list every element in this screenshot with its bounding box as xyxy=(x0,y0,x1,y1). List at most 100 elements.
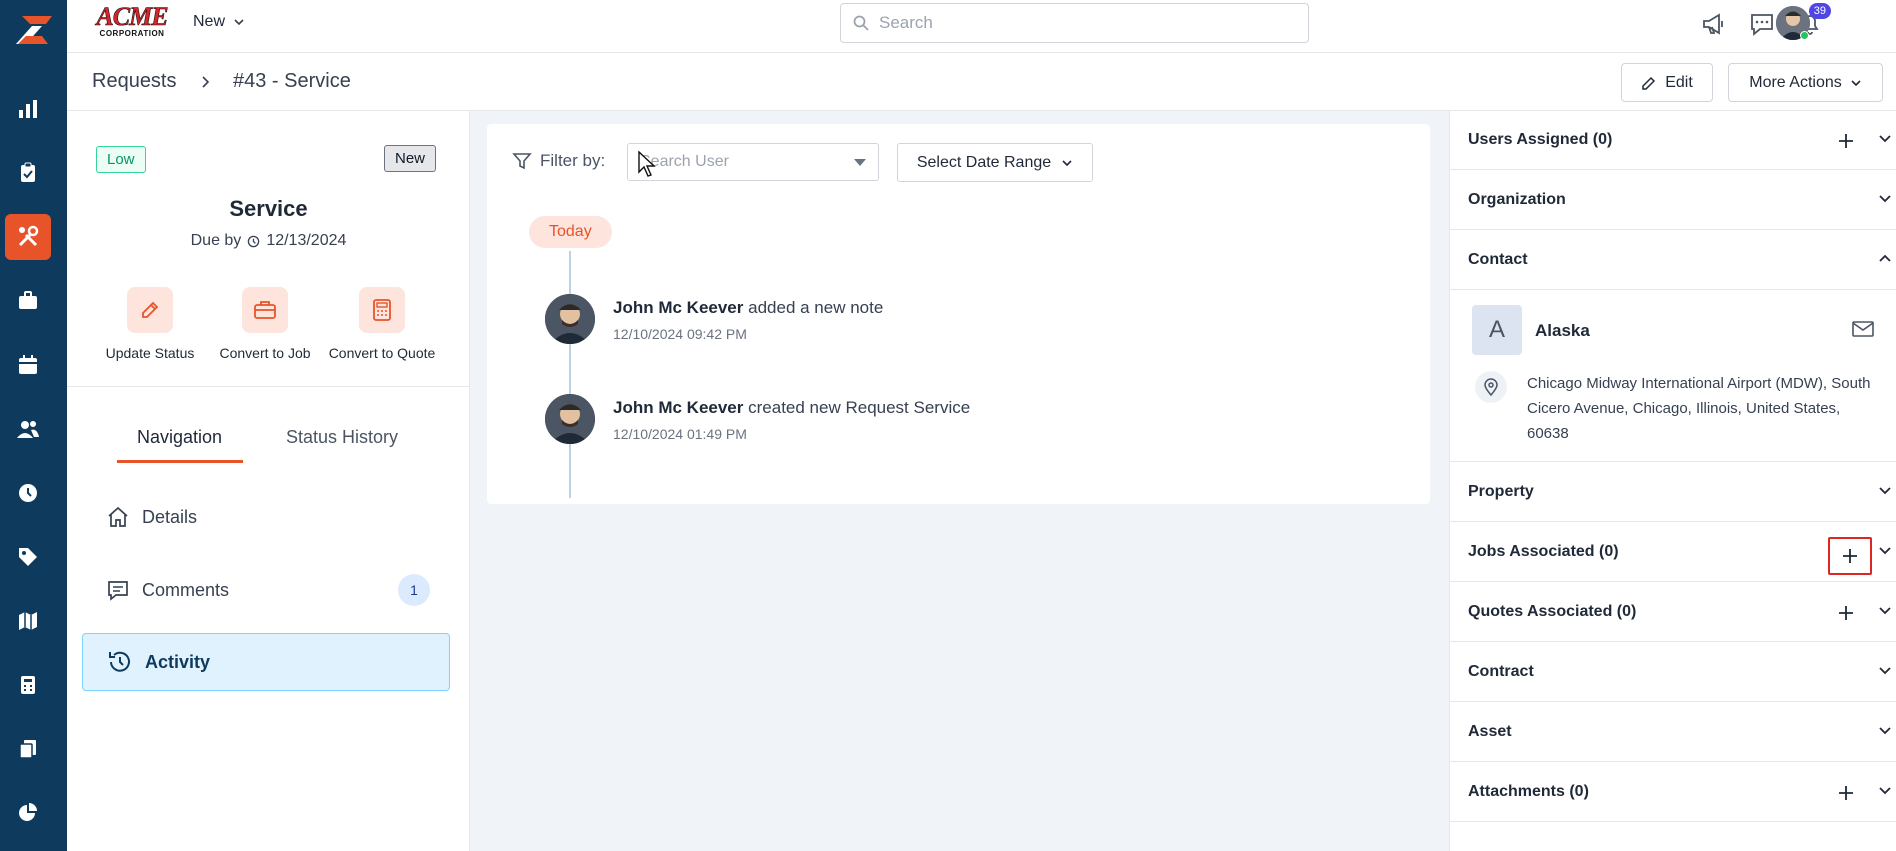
contact-section[interactable]: Contact xyxy=(1450,231,1896,290)
add-user-button[interactable] xyxy=(1831,126,1861,156)
chevron-down-icon xyxy=(234,19,244,26)
logo-subtext: CORPORATION xyxy=(99,29,165,38)
briefcase-icon xyxy=(242,287,288,333)
contact-name[interactable]: Alaska xyxy=(1535,321,1590,341)
new-dropdown[interactable]: New xyxy=(193,13,245,31)
edit-button[interactable]: Edit xyxy=(1621,63,1713,102)
calendar-icon[interactable] xyxy=(5,342,51,388)
tab-navigation[interactable]: Navigation xyxy=(137,427,222,448)
left-rail xyxy=(0,0,67,851)
history-icon xyxy=(109,651,130,672)
organization-section[interactable]: Organization xyxy=(1450,171,1896,230)
users-assigned-section[interactable]: Users Assigned (0) xyxy=(1450,111,1896,170)
convert-to-job-label: Convert to Job xyxy=(219,345,311,361)
global-search[interactable] xyxy=(840,3,1309,43)
nav-item-label: Details xyxy=(142,506,198,527)
edit-button-label: Edit xyxy=(1665,73,1693,91)
documents-icon[interactable] xyxy=(5,726,51,772)
logo-text: ACME xyxy=(96,2,169,31)
caret-down-icon xyxy=(854,159,866,166)
update-status-button[interactable]: Update Status xyxy=(90,287,210,361)
property-section[interactable]: Property xyxy=(1450,463,1896,522)
reports-icon[interactable] xyxy=(5,86,51,132)
section-title: Contract xyxy=(1468,663,1534,680)
online-status-dot xyxy=(1800,31,1809,40)
pie-chart-icon[interactable] xyxy=(5,790,51,836)
section-title: Attachments (0) xyxy=(1468,783,1589,800)
users-icon[interactable] xyxy=(5,406,51,452)
search-input[interactable] xyxy=(879,13,1279,33)
chevron-up-icon[interactable] xyxy=(1878,254,1892,263)
chevron-down-icon[interactable] xyxy=(1878,194,1892,203)
nav-item-label: Activity xyxy=(145,651,211,672)
convert-to-quote-label: Convert to Quote xyxy=(328,345,436,361)
user-avatar xyxy=(545,294,595,344)
timeline-user-name[interactable]: John Mc Keever xyxy=(613,298,743,317)
chevron-right-icon xyxy=(202,76,210,88)
nav-item-label: Comments xyxy=(142,579,230,600)
convert-to-quote-button[interactable]: Convert to Quote xyxy=(322,287,442,361)
due-date-value: 12/13/2024 xyxy=(266,232,347,249)
clock-icon[interactable] xyxy=(5,470,51,516)
chevron-down-icon[interactable] xyxy=(1878,726,1892,735)
tools-icon[interactable] xyxy=(5,214,51,260)
timeline-line xyxy=(569,251,571,498)
activity-card: Filter by: Search User Select Date Range… xyxy=(487,124,1430,504)
timeline-timestamp: 12/10/2024 09:42 PM xyxy=(613,326,747,342)
jobs-associated-section[interactable]: Jobs Associated (0) xyxy=(1450,523,1896,582)
briefcase-icon[interactable] xyxy=(5,278,51,324)
invoice-icon[interactable] xyxy=(5,662,51,708)
chat-icon[interactable] xyxy=(1747,9,1777,39)
tasks-icon[interactable] xyxy=(5,150,51,196)
nav-item-activity[interactable]: Activity xyxy=(82,633,450,691)
tab-status-history[interactable]: Status History xyxy=(286,427,398,448)
chevron-down-icon xyxy=(1851,79,1861,86)
timeline-action: created new Request Service xyxy=(748,398,971,417)
attachments-section[interactable]: Attachments (0) xyxy=(1450,763,1896,822)
timeline-user-name[interactable]: John Mc Keever xyxy=(613,398,743,417)
chevron-down-icon[interactable] xyxy=(1878,486,1892,495)
add-quote-button[interactable] xyxy=(1831,598,1861,628)
plus-icon xyxy=(1843,549,1857,563)
tag-icon[interactable] xyxy=(5,534,51,580)
add-attachment-button[interactable] xyxy=(1831,778,1861,808)
search-user-select[interactable]: Search User xyxy=(627,143,879,181)
divider xyxy=(67,386,470,387)
section-title: Property xyxy=(1468,483,1534,500)
pencil-icon xyxy=(127,287,173,333)
quotes-associated-section[interactable]: Quotes Associated (0) xyxy=(1450,583,1896,642)
new-dropdown-label: New xyxy=(193,13,226,30)
breadcrumb-parent-link[interactable]: Requests xyxy=(92,70,177,93)
section-title: Asset xyxy=(1468,723,1512,740)
section-title: Organization xyxy=(1468,191,1566,208)
chevron-down-icon[interactable] xyxy=(1878,666,1892,675)
chevron-down-icon[interactable] xyxy=(1878,546,1892,555)
timeline-action: added a new note xyxy=(748,298,884,317)
home-icon xyxy=(108,506,128,527)
date-range-select[interactable]: Select Date Range xyxy=(897,143,1093,182)
nav-item-comments[interactable]: Comments 1 xyxy=(82,561,450,619)
clock-icon xyxy=(248,235,260,247)
chevron-down-icon[interactable] xyxy=(1878,786,1892,795)
add-job-button[interactable] xyxy=(1828,537,1872,575)
megaphone-icon[interactable] xyxy=(1699,9,1729,39)
brand-logo-icon[interactable] xyxy=(0,0,67,60)
more-actions-label: More Actions xyxy=(1749,73,1842,91)
chevron-down-icon[interactable] xyxy=(1878,606,1892,615)
update-status-label: Update Status xyxy=(105,345,195,361)
asset-section[interactable]: Asset xyxy=(1450,703,1896,762)
company-logo[interactable]: ACME CORPORATION xyxy=(93,2,171,42)
section-title: Quotes Associated (0) xyxy=(1468,603,1637,620)
nav-item-details[interactable]: Details xyxy=(82,488,450,546)
contact-details: A Alaska Chicago Midway International Ai… xyxy=(1450,291,1896,462)
contract-section[interactable]: Contract xyxy=(1450,643,1896,702)
convert-to-job-button[interactable]: Convert to Job xyxy=(205,287,325,361)
status-badge: New xyxy=(384,145,437,172)
contact-avatar: A xyxy=(1472,305,1522,355)
chevron-down-icon[interactable] xyxy=(1878,134,1892,143)
map-icon[interactable] xyxy=(5,598,51,644)
more-actions-button[interactable]: More Actions xyxy=(1728,63,1883,102)
filter-icon xyxy=(512,153,532,170)
mail-icon[interactable] xyxy=(1852,321,1874,337)
timeline-entry-text: John Mc Keever created new Request Servi… xyxy=(613,398,970,418)
